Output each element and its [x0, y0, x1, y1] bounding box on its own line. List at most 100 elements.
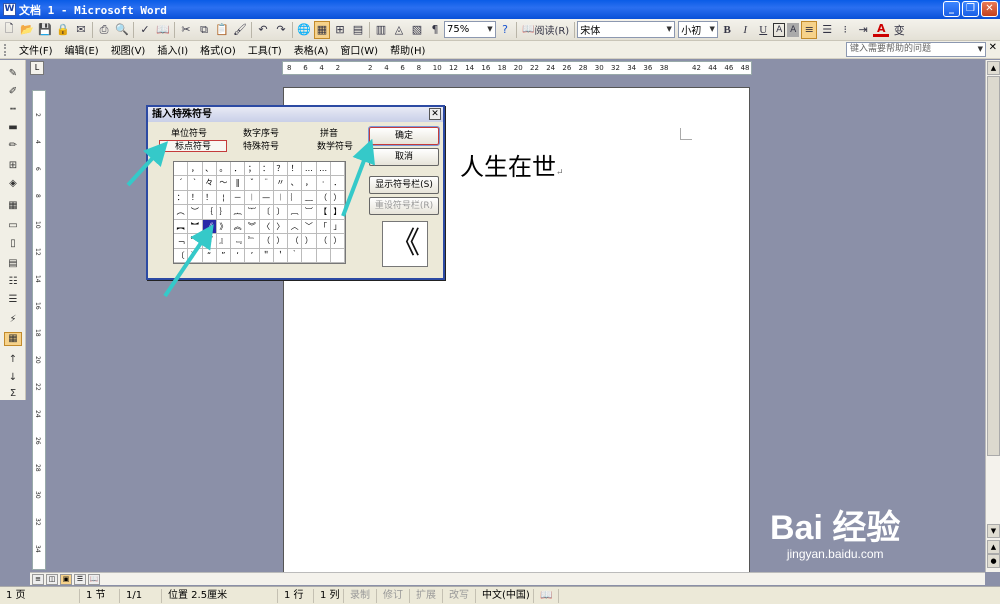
symbol-cell[interactable]: 〈: [259, 219, 274, 235]
symbol-cell[interactable]: 「: [316, 219, 331, 235]
spelling-icon[interactable]: ✓: [137, 21, 153, 39]
menu-window[interactable]: 窗口(W): [340, 42, 378, 57]
close-doc-icon[interactable]: ✕: [989, 42, 997, 53]
menu-table[interactable]: 表格(A): [294, 42, 329, 57]
symbol-cell[interactable]: ）: [302, 234, 317, 249]
symbol-cell[interactable]: ·: [316, 176, 331, 191]
symbol-cell[interactable]: ︿: [288, 219, 303, 235]
symbol-cell[interactable]: ︱: [273, 190, 288, 206]
columns-icon[interactable]: ▥: [373, 21, 389, 39]
symbol-cell[interactable]: ˇ: [245, 176, 260, 191]
new-doc-icon[interactable]: 🗋: [1, 21, 17, 39]
menu-insert[interactable]: 插入(I): [157, 42, 188, 57]
symbol-cell[interactable]: ｛: [202, 205, 217, 220]
zoom-combo[interactable]: 75% ▼: [444, 21, 496, 38]
symbol-cell[interactable]: ﹀: [302, 219, 317, 235]
insert-table-icon[interactable]: ▦: [4, 200, 22, 214]
symbol-cell[interactable]: （: [259, 234, 274, 249]
chevron-down-icon[interactable]: ▼: [707, 22, 717, 37]
symbol-cell[interactable]: 》: [216, 219, 231, 235]
symbol-cell[interactable]: ．: [330, 176, 345, 191]
symbol-cell[interactable]: —: [259, 190, 274, 206]
symbol-cell[interactable]: 、: [202, 162, 217, 177]
symbol-cell[interactable]: ︸: [245, 205, 260, 220]
autosum-icon[interactable]: Σ: [4, 388, 22, 402]
symbol-cell[interactable]: ‖: [231, 176, 246, 191]
symbol-cell[interactable]: 〃: [273, 176, 288, 191]
scroll-thumb[interactable]: [987, 76, 1000, 456]
italic-button[interactable]: I: [737, 21, 753, 39]
tab-selector[interactable]: L: [30, 61, 44, 75]
symbol-cell[interactable]: 〕: [273, 205, 288, 220]
symbol-cell[interactable]: ’: [245, 248, 260, 263]
draw-table-icon[interactable]: ✎: [4, 68, 22, 82]
phonetic-guide-button[interactable]: 变: [891, 21, 907, 39]
menu-tools[interactable]: 工具(T): [248, 42, 282, 57]
numbering-icon[interactable]: ☰: [819, 21, 835, 39]
symbol-cell[interactable]: 】: [330, 205, 345, 220]
open-icon[interactable]: 📂: [19, 21, 35, 39]
chevron-down-icon[interactable]: ▼: [485, 22, 495, 37]
symbol-cell[interactable]: 、: [288, 176, 303, 191]
shading-icon[interactable]: ◈: [4, 178, 22, 192]
status-ovr[interactable]: 改写: [443, 588, 476, 603]
symbol-cell[interactable]: ＂: [259, 248, 274, 263]
copy-icon[interactable]: ⧉: [196, 21, 212, 39]
dialog-close-icon[interactable]: ✕: [429, 108, 441, 120]
symbol-cell[interactable]: …: [316, 162, 331, 177]
tab-punctuation[interactable]: 标点符号: [159, 140, 227, 152]
symbol-cell[interactable]: ︱: [245, 190, 260, 206]
symbol-cell[interactable]: 。: [216, 162, 231, 177]
table-autoformat-icon[interactable]: ▦: [4, 332, 22, 346]
document-map-icon[interactable]: ▧: [409, 21, 425, 39]
symbol-cell[interactable]: ¨: [259, 176, 274, 191]
symbol-cell[interactable]: ”: [216, 248, 231, 263]
symbol-cell[interactable]: ﹃: [231, 234, 246, 249]
symbol-cell[interactable]: ！: [288, 162, 303, 177]
eraser-icon[interactable]: ✐: [4, 86, 22, 100]
document-text[interactable]: 人生在世↵: [460, 147, 564, 182]
symbol-cell[interactable]: [330, 162, 345, 177]
font-color-button[interactable]: A: [873, 22, 890, 37]
char-border-button[interactable]: A: [773, 22, 786, 37]
vertical-scrollbar[interactable]: ▲ ▼ ▲ ●: [985, 60, 1000, 572]
symbol-cell[interactable]: 『: [202, 234, 217, 249]
symbol-cell[interactable]: “: [202, 248, 217, 263]
bold-button[interactable]: B: [719, 21, 735, 39]
symbol-cell[interactable]: （: [316, 234, 331, 249]
paste-icon[interactable]: 📋: [214, 21, 230, 39]
symbol-cell[interactable]: 〉: [273, 219, 288, 235]
symbol-cell[interactable]: ︻: [174, 219, 189, 235]
chevron-down-icon[interactable]: ▼: [978, 43, 983, 56]
symbol-cell[interactable]: [330, 248, 345, 263]
symbol-cell[interactable]: ︷: [231, 205, 246, 220]
tab-pinyin[interactable]: 拼音: [295, 128, 363, 140]
insert-excel-icon[interactable]: ▤: [350, 21, 366, 39]
normal-view-icon[interactable]: ≡: [32, 574, 44, 585]
redo-icon[interactable]: ↷: [273, 21, 289, 39]
split-cells-icon[interactable]: ▯: [4, 238, 22, 252]
prev-page-icon[interactable]: ▲: [987, 540, 1000, 554]
symbol-cell[interactable]: ˋ: [188, 176, 203, 191]
show-symbol-bar-button[interactable]: 显示符号栏(S): [369, 176, 439, 194]
scroll-down-icon[interactable]: ▼: [987, 524, 1000, 538]
print-view-icon[interactable]: ▣: [60, 574, 72, 585]
symbol-cell[interactable]: ︺: [302, 205, 317, 220]
symbol-cell[interactable]: 《: [202, 219, 217, 235]
undo-icon[interactable]: ↶: [255, 21, 271, 39]
symbol-cell[interactable]: ：: [174, 190, 189, 206]
scroll-up-icon[interactable]: ▲: [987, 61, 1000, 75]
symbol-cell[interactable]: ，: [302, 176, 317, 191]
underline-button[interactable]: U: [755, 21, 771, 39]
show-hide-icon[interactable]: ¶: [427, 21, 443, 39]
symbol-cell[interactable]: ︹: [288, 205, 303, 220]
tab-math-symbols[interactable]: 数学符号: [301, 141, 369, 153]
chevron-down-icon[interactable]: ▼: [664, 22, 674, 37]
border-color-icon[interactable]: ✏: [4, 140, 22, 154]
ok-button[interactable]: 确定: [368, 126, 440, 146]
reading-view-icon[interactable]: 📖: [88, 574, 100, 585]
sort-descending-icon[interactable]: ↓: [4, 372, 22, 386]
menu-view[interactable]: 视图(V): [111, 42, 146, 57]
restore-button[interactable]: ❐: [962, 1, 979, 17]
symbol-cell[interactable]: ）: [330, 190, 345, 206]
